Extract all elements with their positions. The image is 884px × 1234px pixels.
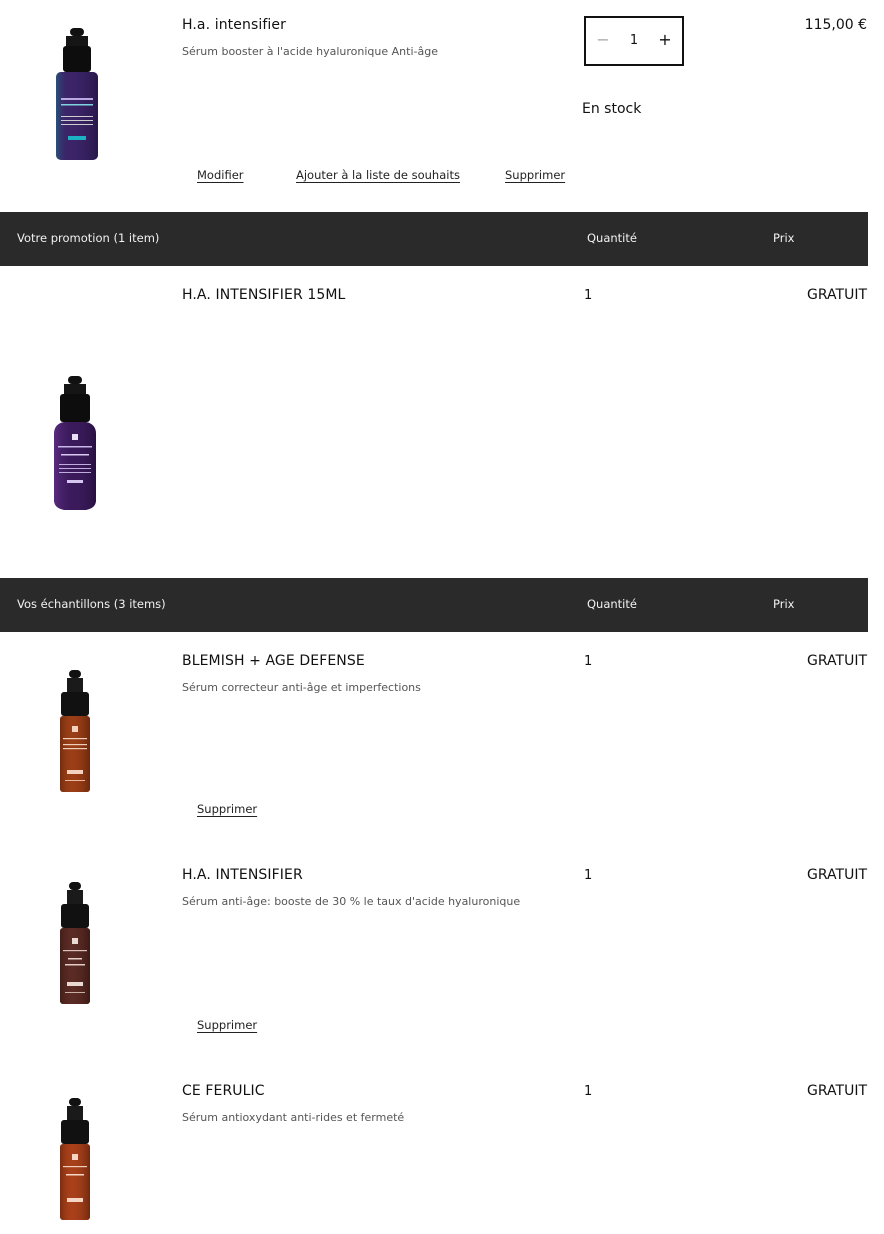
- quantity-stepper: − 1 +: [584, 16, 684, 66]
- remove-link[interactable]: Supprimer: [505, 168, 565, 182]
- product-price: 115,00 €: [804, 17, 867, 33]
- remove-sample-link[interactable]: Supprimer: [197, 1018, 257, 1032]
- sample-description: Sérum antioxydant anti-rides et fermeté: [182, 1111, 405, 1124]
- sample-description: Sérum anti-âge: booste de 30 % le taux d…: [182, 895, 521, 908]
- sample-quantity: 1: [584, 868, 593, 883]
- promotion-header: Votre promotion (1 item) Quantité Prix: [0, 212, 868, 266]
- remove-sample-link[interactable]: Supprimer: [197, 802, 257, 816]
- sample-price: GRATUIT: [807, 1083, 867, 1099]
- sample-image: [60, 1098, 90, 1220]
- promotion-item-quantity: 1: [584, 288, 593, 303]
- promotion-item-price: GRATUIT: [807, 287, 867, 303]
- sample-name: CE FERULIC: [182, 1083, 265, 1099]
- increase-quantity-button[interactable]: +: [658, 30, 672, 49]
- promotion-title: Votre promotion (1 item): [17, 231, 160, 245]
- sample-quantity: 1: [584, 1084, 593, 1099]
- sample-name: BLEMISH + AGE DEFENSE: [182, 653, 365, 669]
- quantity-value[interactable]: 1: [626, 33, 642, 48]
- promotion-item-image: [54, 376, 96, 510]
- samples-header: Vos échantillons (3 items) Quantité Prix: [0, 578, 868, 632]
- stock-status: En stock: [582, 101, 642, 117]
- product-name[interactable]: H.a. intensifier: [182, 17, 286, 33]
- sample-description: Sérum correcteur anti-âge et imperfectio…: [182, 681, 421, 694]
- product-image[interactable]: [50, 26, 104, 164]
- sample-image: [60, 882, 90, 1004]
- quantity-column-header: Quantité: [587, 231, 637, 245]
- modify-link[interactable]: Modifier: [197, 168, 244, 182]
- decrease-quantity-button[interactable]: −: [596, 30, 610, 49]
- quantity-column-header: Quantité: [587, 597, 637, 611]
- samples-title: Vos échantillons (3 items): [17, 597, 166, 611]
- price-column-header: Prix: [773, 597, 795, 611]
- promotion-item-name: H.A. INTENSIFIER 15ML: [182, 287, 346, 303]
- product-description: Sérum booster à l'acide hyaluronique Ant…: [182, 45, 438, 58]
- sample-price: GRATUIT: [807, 653, 867, 669]
- add-to-wishlist-link[interactable]: Ajouter à la liste de souhaits: [296, 168, 460, 182]
- sample-quantity: 1: [584, 654, 593, 669]
- sample-name: H.A. INTENSIFIER: [182, 867, 303, 883]
- sample-image: [60, 670, 90, 792]
- price-column-header: Prix: [773, 231, 795, 245]
- sample-price: GRATUIT: [807, 867, 867, 883]
